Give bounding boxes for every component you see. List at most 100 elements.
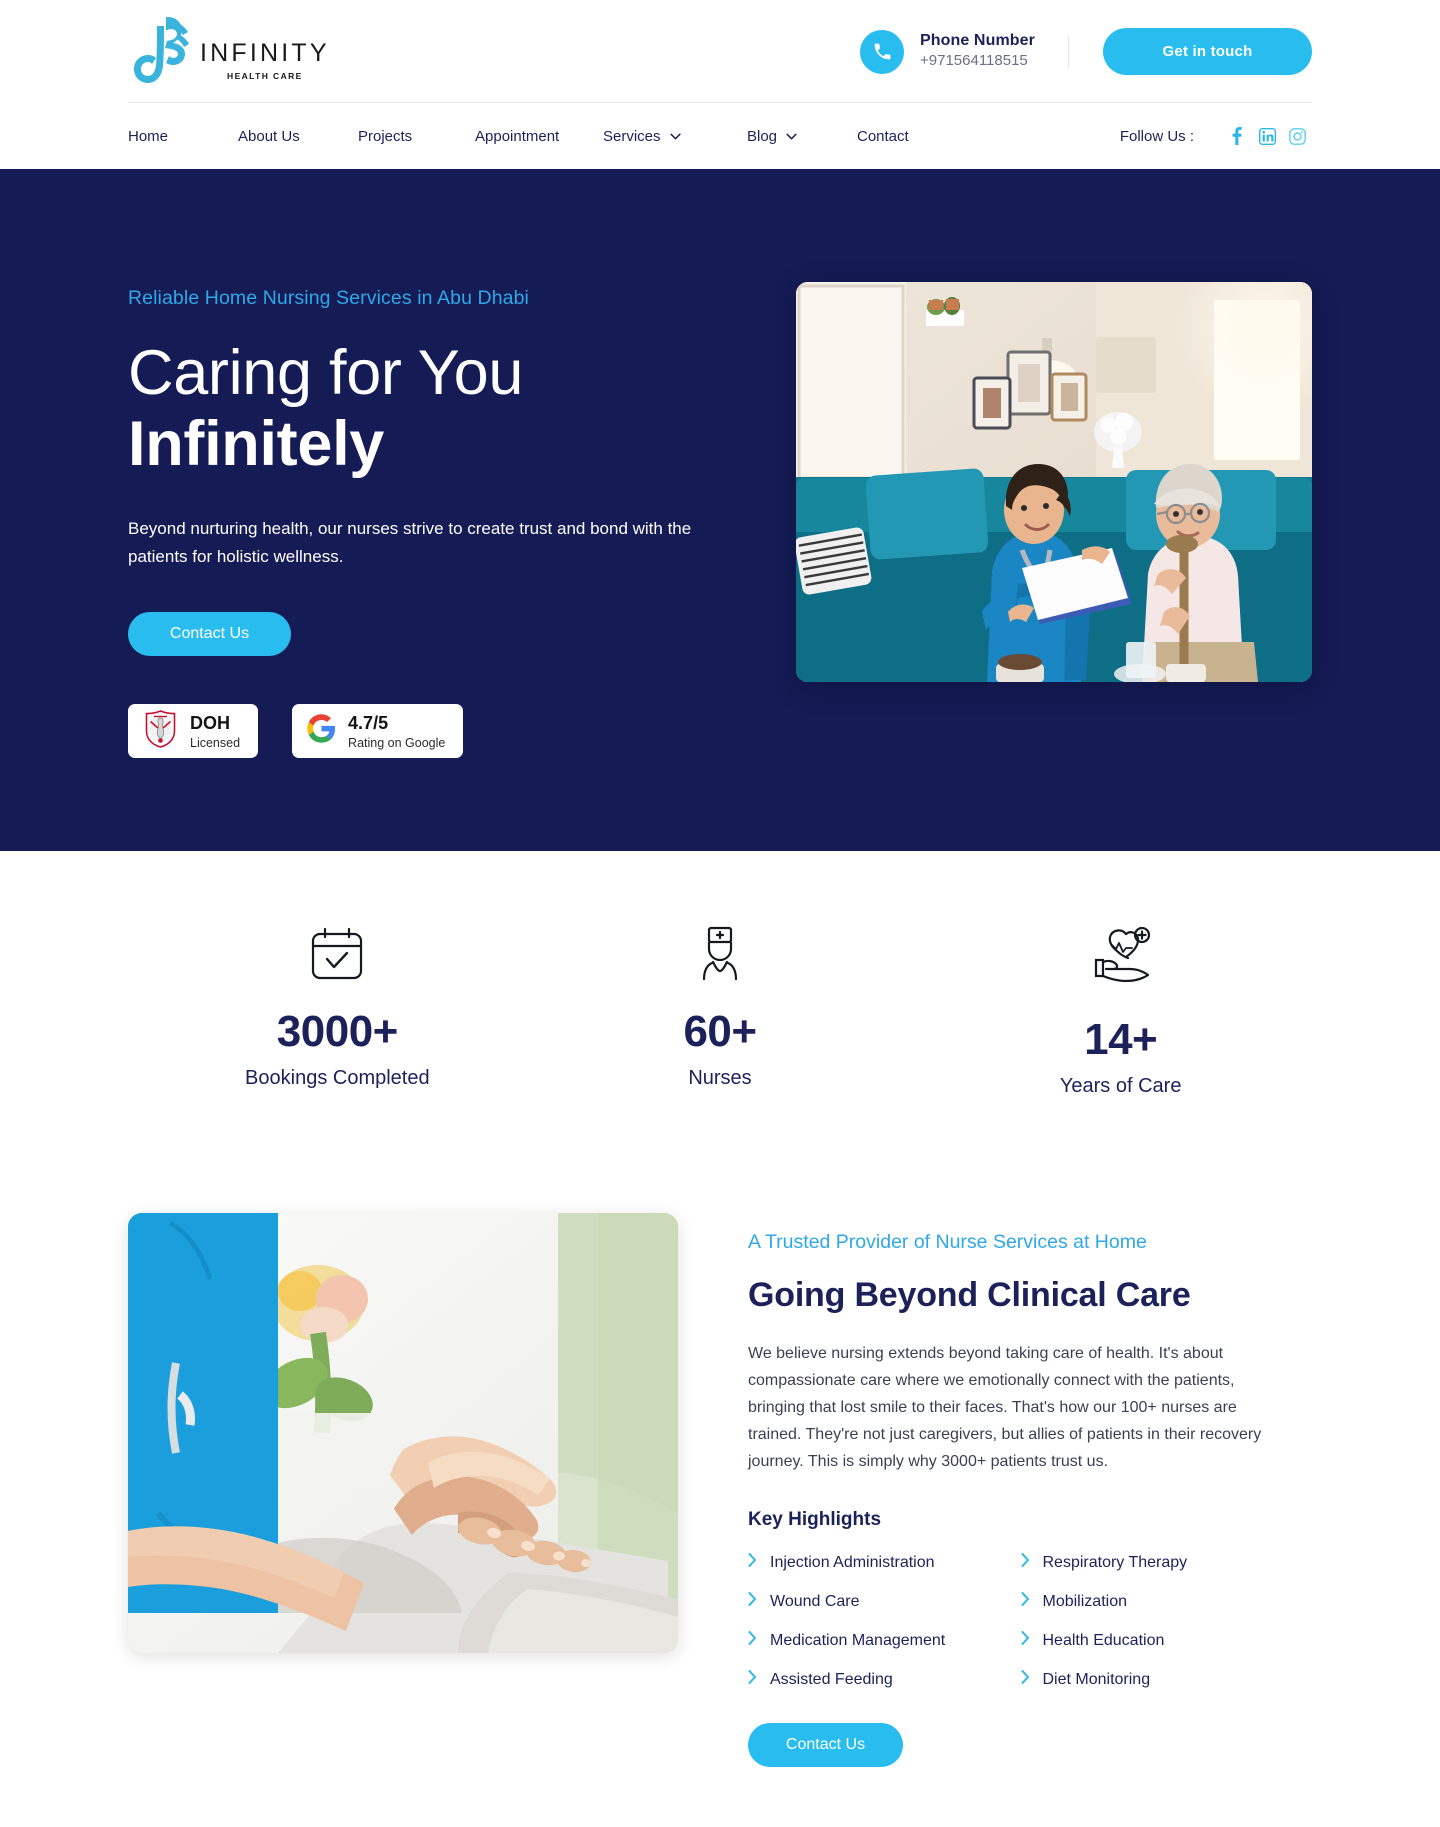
nav-item-projects[interactable]: Projects (358, 128, 412, 145)
phone-number: +971564118515 (920, 52, 1028, 70)
nav-item-label: About Us (238, 127, 300, 145)
chevron-right-icon (748, 1553, 757, 1572)
brand-name: INFINITY (200, 38, 330, 67)
chevron-right-icon (1021, 1592, 1030, 1611)
google-rating-badge: 4.7/5 Rating on Google (292, 704, 464, 759)
hero-contact-us-button[interactable]: Contact Us (128, 612, 291, 657)
highlight-label: Health Education (1042, 1631, 1165, 1649)
stat-value: 14+ (1084, 1015, 1158, 1064)
hero-paragraph: Beyond nurturing health, our nurses stri… (128, 519, 692, 566)
instagram-icon[interactable] (1282, 123, 1312, 149)
doh-emblem-icon (142, 709, 179, 754)
highlight-item: Medication Management (748, 1631, 1021, 1650)
chevron-right-icon (748, 1631, 757, 1650)
care-contact-us-button[interactable]: Contact Us (748, 1723, 903, 1768)
hero-content: Reliable Home Nursing Services in Abu Dh… (128, 282, 778, 759)
nav-item-services[interactable]: Services (603, 128, 681, 145)
nav-item-blog[interactable]: Blog (747, 128, 797, 145)
nav-item-label: Appointment (475, 127, 560, 145)
google-badge-sub: Rating on Google (348, 735, 446, 750)
calendar-check-icon (308, 923, 366, 985)
care-paragraph: We believe nursing extends beyond taking… (748, 1345, 1262, 1470)
landing-page: INFINITY HEALTH CARE Phone Number +97156… (0, 0, 1440, 1827)
hero-eyebrow: Reliable Home Nursing Services in Abu Dh… (128, 287, 529, 309)
highlight-item: Diet Monitoring (1021, 1670, 1294, 1689)
hero-section: Reliable Home Nursing Services in Abu Dh… (0, 169, 1440, 851)
get-in-touch-button[interactable]: Get in touch (1103, 28, 1312, 75)
chevron-down-icon (669, 133, 681, 140)
phone-icon (860, 29, 904, 74)
google-g-icon (306, 713, 337, 749)
chevron-right-icon (1021, 1670, 1030, 1689)
doh-badge-title: DOH (190, 712, 230, 733)
highlight-label: Diet Monitoring (1042, 1670, 1151, 1688)
chevron-right-icon (748, 1592, 757, 1611)
highlight-label: Respiratory Therapy (1042, 1553, 1188, 1571)
nav-slot-home: Home (128, 128, 238, 145)
care-image (128, 1213, 678, 1653)
nav-item-appointment[interactable]: Appointment (475, 128, 559, 145)
nav-slot-contact: Contact (857, 128, 909, 145)
highlight-label: Assisted Feeding (770, 1670, 893, 1688)
nav-slot-services: Services (603, 128, 747, 145)
highlight-label: Mobilization (1042, 1592, 1127, 1610)
stat-label: Bookings Completed (245, 1067, 430, 1089)
brand-logo[interactable]: INFINITY HEALTH CARE (128, 13, 330, 91)
hero-image (796, 282, 1312, 682)
highlight-item: Assisted Feeding (748, 1670, 1021, 1689)
header-right: Phone Number +971564118515 Get in touch (860, 28, 1312, 75)
nav-slot-blog: Blog (747, 128, 857, 145)
doh-badge-texts: DOH Licensed (190, 713, 240, 750)
doh-badge-sub: Licensed (190, 735, 241, 750)
nav-slot-appointment: Appointment (475, 128, 603, 145)
highlight-label: Wound Care (770, 1592, 860, 1610)
phone-block[interactable]: Phone Number +971564118515 (860, 29, 1069, 74)
highlight-item: Wound Care (748, 1592, 1021, 1611)
highlight-item: Respiratory Therapy (1021, 1553, 1294, 1572)
nav-item-label: Home (128, 127, 169, 145)
follow-us-group: Follow Us : (1120, 123, 1312, 149)
stat-value: 3000+ (276, 1007, 399, 1056)
clinical-care-section: A Trusted Provider of Nurse Services at … (0, 1098, 1440, 1827)
nav-item-label: Services (603, 127, 661, 145)
stat-nurses: 60+ Nurses (529, 923, 912, 1098)
nav-slot-projects: Projects (358, 128, 475, 145)
chevron-right-icon (1021, 1553, 1030, 1572)
hero-heading-line1: Caring for You (128, 338, 524, 408)
follow-us-label: Follow Us : (1119, 127, 1194, 145)
chevron-right-icon (1021, 1631, 1030, 1650)
nav-links: Home About Us Projects Appointment Servi… (128, 128, 909, 145)
key-highlights-title: Key Highlights (748, 1509, 882, 1531)
hero-heading: Caring for You Infinitely (128, 338, 778, 479)
site-header: INFINITY HEALTH CARE Phone Number +97156… (0, 0, 1440, 103)
stat-label: Nurses (688, 1067, 752, 1089)
nav-item-home[interactable]: Home (128, 128, 168, 145)
nav-item-about-us[interactable]: About Us (238, 128, 300, 145)
chevron-right-icon (748, 1670, 757, 1689)
stat-label: Years of Care (1059, 1075, 1182, 1097)
highlight-item: Mobilization (1021, 1592, 1294, 1611)
heart-in-hand-icon (1090, 923, 1152, 985)
stat-years: 14+ Years of Care (911, 923, 1312, 1098)
key-highlights-list: Injection Administration Respiratory The… (748, 1553, 1293, 1709)
nav-item-contact[interactable]: Contact (857, 128, 909, 145)
infinity-dna-logo-icon (128, 13, 206, 91)
nurse-avatar-icon (693, 923, 747, 985)
phone-label: Phone Number (920, 32, 1035, 50)
hero-heading-line2: Infinitely (128, 408, 385, 479)
stat-value: 60+ (683, 1007, 757, 1056)
stats-section: 3000+ Bookings Completed 60+ Nurses 14+ … (0, 851, 1440, 1098)
nav-item-label: Contact (857, 127, 909, 145)
linkedin-icon[interactable] (1252, 123, 1282, 149)
highlight-item: Health Education (1021, 1631, 1294, 1650)
facebook-icon[interactable] (1222, 123, 1252, 149)
stat-bookings: 3000+ Bookings Completed (128, 923, 529, 1098)
nav-item-label: Projects (358, 127, 413, 145)
highlight-label: Medication Management (770, 1631, 946, 1649)
trust-badges: DOH Licensed 4.7/5 Rating on Google (128, 704, 778, 759)
nav-slot-about-us: About Us (238, 128, 358, 145)
highlight-item: Injection Administration (748, 1553, 1021, 1572)
highlight-label: Injection Administration (770, 1553, 935, 1571)
google-badge-title: 4.7/5 (348, 712, 389, 733)
care-content: A Trusted Provider of Nurse Services at … (748, 1213, 1312, 1768)
